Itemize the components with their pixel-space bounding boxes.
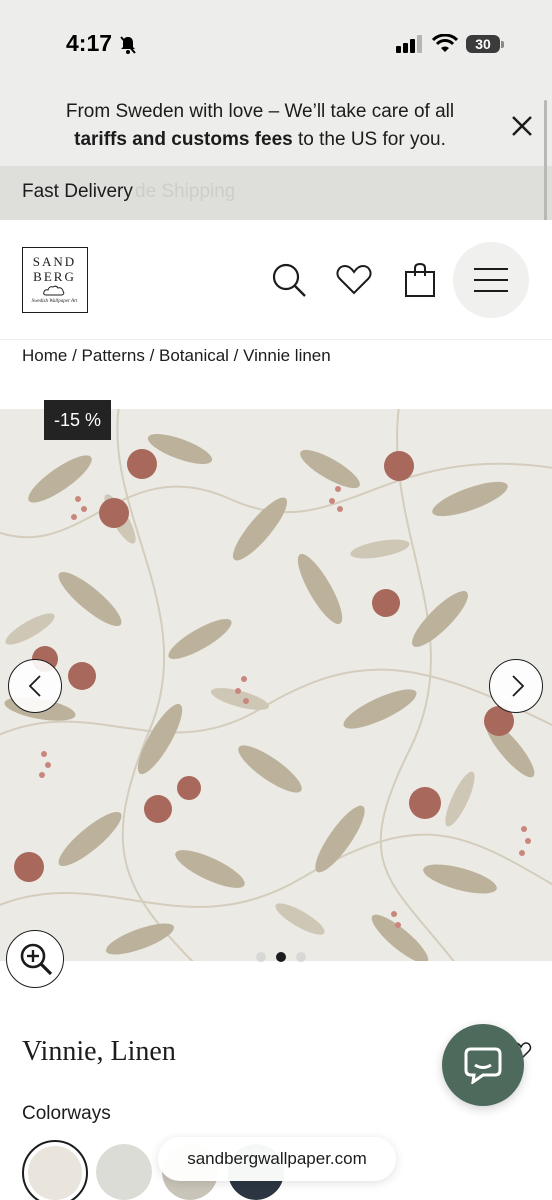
gallery-dot[interactable] [256,952,266,962]
colorway-swatch-image [28,1146,82,1200]
status-bar: 4:17 30 [0,0,552,90]
colorway-swatch[interactable] [96,1144,152,1200]
announcement-text: From Sweden with love – We’ll take care … [40,98,480,154]
zoom-button[interactable] [6,930,64,988]
cloud-icon [43,285,65,296]
announcement-bar: From Sweden with love – We’ll take care … [0,90,552,166]
heart-icon[interactable] [336,263,372,295]
wallpaper-pattern [0,409,552,961]
menu-button[interactable] [453,242,529,318]
breadcrumb-home[interactable]: Home [22,346,67,365]
ticker-item-delivery: Fast Delivery [22,181,133,202]
chat-button[interactable] [442,1024,524,1106]
chevron-right-icon [512,675,525,697]
battery-indicator: 30 [466,35,500,53]
battery-nub [501,41,504,48]
announcement-line1: From Sweden with love – We’ll take care … [65,101,455,122]
product-image[interactable] [0,409,552,961]
breadcrumb-current: Vinnie linen [243,346,331,365]
announcement-bold: tariffs and customs fees [74,129,293,150]
wifi-icon [432,34,458,52]
chevron-left-icon [28,675,41,697]
zoom-in-icon [20,943,53,976]
search-icon[interactable] [270,261,308,299]
logo-line2: BERG [33,269,76,284]
breadcrumb-separator: / [228,346,244,365]
gallery-next-button[interactable] [489,659,543,713]
cart-icon[interactable] [404,262,436,298]
announcement-line2: to the US for you. [292,129,446,150]
colorway-swatch-image [96,1144,152,1200]
status-time: 4:17 [66,30,113,56]
cellular-signal-icon [396,35,422,53]
breadcrumb-botanical[interactable]: Botanical [159,346,229,365]
breadcrumb-separator: / [67,346,82,365]
breadcrumb-patterns[interactable]: Patterns [82,346,145,365]
close-icon[interactable] [508,112,536,140]
colorway-swatch-selected[interactable] [22,1140,88,1200]
discount-badge: -15 % [44,400,111,440]
colorways-label: Colorways [22,1103,111,1124]
chat-bubble-icon [464,1047,502,1084]
logo-line1: SAND [32,254,77,269]
logo-tagline: Swedish Wallpaper Art [31,299,78,304]
product-title: Vinnie, Linen [22,1036,176,1067]
gallery-prev-button[interactable] [8,659,62,713]
breadcrumb: Home / Patterns / Botanical / Vinnie lin… [22,346,331,366]
sandberg-logo[interactable]: SAND BERG Swedish Wallpaper Art [22,247,88,313]
ticker-item-shipping: de Shipping [135,181,236,202]
breadcrumb-separator: / [144,346,160,365]
gallery-dot-active[interactable] [276,952,286,962]
site-header: SAND BERG Swedish Wallpaper Art [0,220,552,340]
bell-slash-icon [120,36,136,54]
browser-url-bar[interactable]: sandbergwallpaper.com [158,1137,396,1181]
gallery-dot[interactable] [296,952,306,962]
ticker-bar: Fast Delivery de Shipping [0,166,552,220]
hamburger-icon [474,268,508,292]
